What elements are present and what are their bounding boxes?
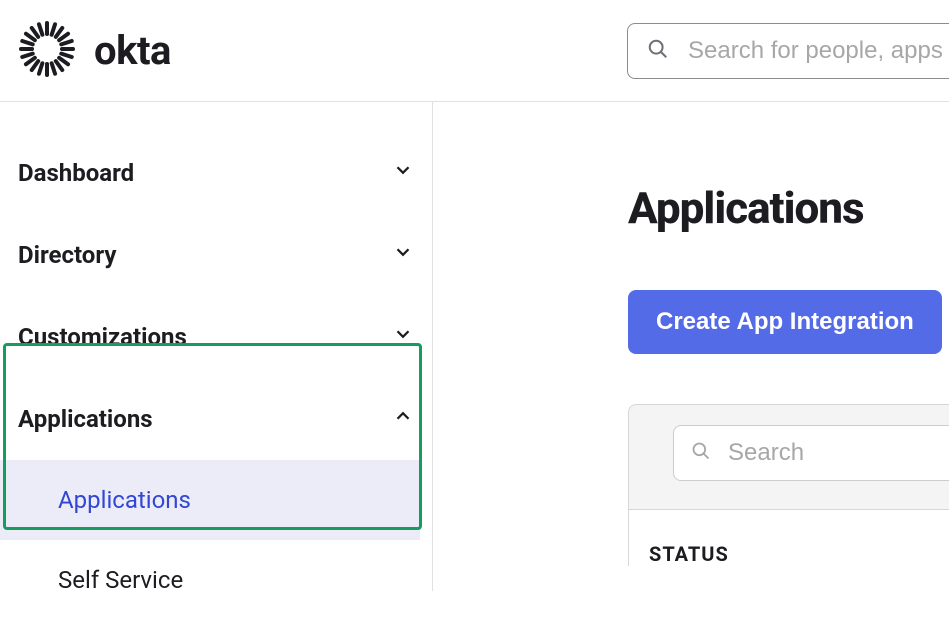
chevron-down-icon [392, 159, 414, 187]
create-app-integration-button[interactable]: Create App Integration [628, 290, 942, 354]
main-content: Applications Create App Integration STAT… [433, 102, 949, 591]
panel-search-input[interactable] [673, 425, 949, 481]
sidebar-item-customizations[interactable]: Customizations [0, 296, 432, 378]
sidebar-sub-applications[interactable]: Applications [0, 460, 420, 540]
sidebar-sub-label: Self Service [58, 566, 183, 594]
page-title: Applications [628, 182, 949, 234]
topbar: okta [0, 0, 949, 102]
sidebar-item-directory[interactable]: Directory [0, 214, 432, 296]
chevron-down-icon [392, 241, 414, 269]
sidebar-item-label: Directory [18, 241, 116, 269]
applications-panel: STATUS [628, 404, 949, 566]
sidebar: Dashboard Directory Customizations Appli… [0, 102, 433, 591]
okta-sunburst-icon [18, 20, 76, 82]
status-header: STATUS [649, 542, 949, 566]
global-search-input[interactable] [627, 23, 949, 79]
search-icon [691, 441, 711, 465]
sidebar-item-label: Dashboard [18, 159, 134, 187]
global-search[interactable] [627, 23, 949, 79]
brand-name: okta [94, 27, 171, 74]
chevron-up-icon [392, 405, 414, 433]
logo[interactable]: okta [18, 20, 171, 82]
sidebar-item-label: Customizations [18, 323, 187, 351]
sidebar-sub-self-service[interactable]: Self Service [0, 540, 420, 620]
search-icon [647, 38, 669, 64]
sidebar-sub-label: Applications [58, 486, 191, 514]
sidebar-item-dashboard[interactable]: Dashboard [0, 132, 432, 214]
chevron-down-icon [392, 323, 414, 351]
sidebar-item-label: Applications [18, 405, 153, 433]
sidebar-item-applications[interactable]: Applications [0, 378, 432, 460]
panel-search[interactable] [673, 425, 949, 481]
